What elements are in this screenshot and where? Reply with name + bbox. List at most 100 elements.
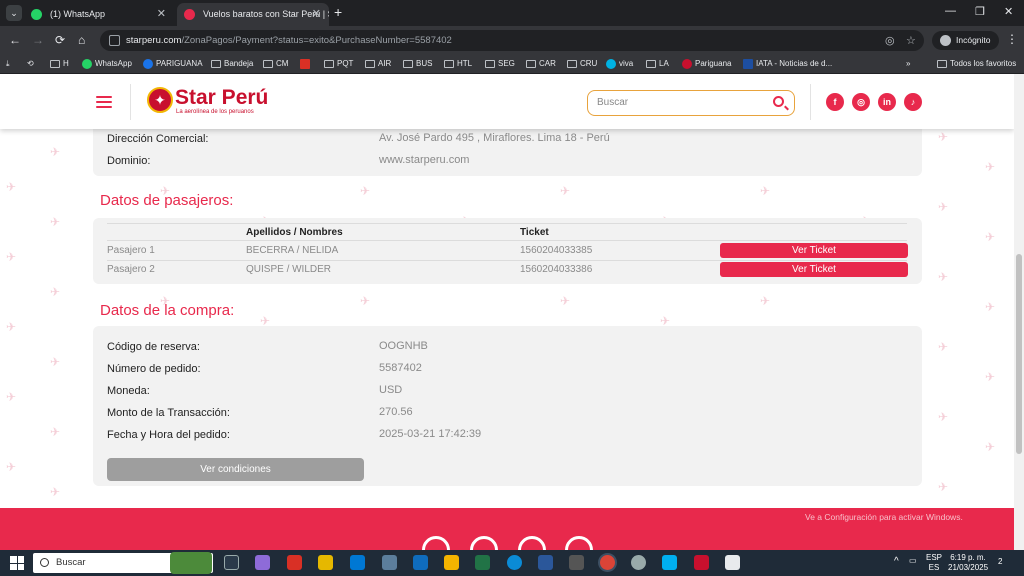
tab-search-button[interactable]: ⌄ (6, 5, 22, 21)
bookmark-la[interactable]: LA (646, 54, 669, 74)
tab-starperu[interactable]: Vuelos baratos con Star Perú | S ✕ (177, 3, 329, 26)
history-icon[interactable]: ⟲ (27, 54, 34, 74)
bookmark-iata[interactable]: IATA - Noticias de d... (743, 54, 832, 74)
passenger-name: BECERRA / NELIDA (246, 245, 339, 256)
bookmark-whatsapp[interactable]: WhatsApp (82, 54, 132, 74)
bookmark-cru[interactable]: CRU (567, 54, 597, 74)
forward-icon[interactable]: → (32, 33, 44, 47)
hamburger-menu-icon[interactable] (96, 96, 112, 108)
instagram-icon[interactable]: ◎ (852, 93, 870, 111)
close-tab-icon[interactable]: ✕ (312, 3, 321, 26)
search-input[interactable]: Buscar (587, 90, 795, 116)
bookmark-viva[interactable]: viva (606, 54, 633, 74)
edge-icon[interactable] (507, 555, 522, 570)
bookmark-label: Todos los favoritos (950, 59, 1017, 68)
windows-start-icon[interactable] (10, 556, 24, 570)
download-icon[interactable]: ⤓ (6, 54, 10, 74)
home-icon[interactable]: ⌂ (78, 33, 85, 47)
bookmark-label: IATA - Noticias de d... (756, 59, 833, 68)
bookmark-seg[interactable]: SEG (485, 54, 515, 74)
incognito-badge[interactable]: Incógnito (932, 31, 999, 50)
url-text[interactable]: starperu.com/ZonaPagos/Payment?status=ex… (126, 30, 452, 51)
back-icon[interactable]: ← (9, 33, 21, 47)
linkedin-icon[interactable]: in (878, 93, 896, 111)
brand-name[interactable]: Star Perú (175, 86, 268, 110)
table-divider (107, 240, 907, 241)
bookmark-pariguana[interactable]: Pariguana (682, 54, 731, 74)
excel-icon[interactable] (475, 555, 490, 570)
new-tab-button[interactable]: + (334, 4, 342, 20)
close-tab-icon[interactable]: ✕ (157, 3, 166, 26)
eye-off-icon[interactable]: ◎ (885, 34, 895, 47)
bookmark-air[interactable]: AIR (365, 54, 391, 74)
booking-code-label: Código de reserva: (107, 341, 200, 353)
folder-icon (485, 60, 495, 68)
bookmark-cm[interactable]: CM (263, 54, 288, 74)
bookmark-car[interactable]: CAR (526, 54, 556, 74)
clock[interactable]: 6:19 p. m. 21/03/2025 (948, 553, 988, 573)
more-bookmarks-icon[interactable]: » (906, 54, 910, 74)
footer-facebook-icon[interactable] (422, 536, 450, 550)
browser-tab-strip: ⌄ (1) WhatsApp ✕ Vuelos baratos con Star… (0, 0, 1024, 26)
show-hidden-icons-icon[interactable]: ^ (894, 557, 899, 567)
page-scrollbar[interactable] (1014, 74, 1024, 550)
network-icon[interactable]: ▭ (909, 556, 917, 566)
footer-instagram-icon[interactable] (470, 536, 498, 550)
all-bookmarks[interactable]: Todos los favoritos (937, 54, 1016, 74)
footer-linkedin-icon[interactable] (518, 536, 546, 550)
acrobat-icon[interactable] (287, 555, 302, 570)
header-divider (810, 84, 811, 120)
view-conditions-button[interactable]: Ver condiciones (107, 458, 364, 481)
reload-icon[interactable]: ⟳ (55, 33, 65, 47)
address-bar[interactable]: starperu.com/ZonaPagos/Payment?status=ex… (100, 30, 924, 51)
plane-icon: ✈ (6, 180, 17, 194)
browser-menu-icon[interactable]: ⋮ (1006, 32, 1018, 46)
order-datetime-value: 2025-03-21 17:42:39 (379, 428, 482, 440)
view-ticket-button[interactable]: Ver Ticket (720, 262, 908, 277)
skype-icon[interactable] (662, 555, 677, 570)
facebook-icon[interactable]: f (826, 93, 844, 111)
bookmark-htl[interactable]: HTL (444, 54, 472, 74)
bookmark-h[interactable]: H (50, 54, 69, 74)
plane-icon: ✈ (760, 294, 771, 308)
tab-whatsapp[interactable]: (1) WhatsApp ✕ (24, 3, 174, 26)
app-icon[interactable] (694, 555, 709, 570)
minimize-icon[interactable]: — (945, 5, 956, 17)
windows-activation-subtitle: Ve a Configuración para activar Windows. (805, 512, 963, 522)
starperu-logo-icon[interactable]: ✦ (147, 87, 173, 113)
site-info-icon[interactable] (109, 35, 120, 46)
close-window-icon[interactable]: ✕ (1004, 5, 1013, 18)
mail-icon[interactable] (350, 555, 365, 570)
store-icon[interactable] (413, 555, 428, 570)
bookmark-star-icon[interactable]: ☆ (906, 34, 916, 47)
search-icon[interactable] (773, 96, 784, 107)
chrome-icon[interactable] (600, 555, 615, 570)
restore-icon[interactable]: ❐ (975, 5, 985, 18)
calculator-icon[interactable] (569, 555, 584, 570)
widgets-icon[interactable] (170, 552, 212, 574)
a-icon (143, 59, 153, 69)
bookmark-pariguana-a[interactable]: PARIGUANA (143, 54, 203, 74)
bookmark-red[interactable] (300, 54, 313, 74)
tiktok-icon[interactable]: ♪ (904, 93, 922, 111)
copilot-icon[interactable] (255, 555, 270, 570)
passenger-ticket: 1560204033385 (520, 245, 593, 256)
notifications-icon[interactable]: 2 (998, 557, 1002, 567)
folder-icon (444, 60, 454, 68)
app-icon[interactable] (631, 555, 646, 570)
app-icon[interactable] (725, 555, 740, 570)
app-icon[interactable] (382, 555, 397, 570)
folder-icon (646, 60, 656, 68)
bookmark-pqt[interactable]: PQT (324, 54, 353, 74)
bookmark-bus[interactable]: BUS (403, 54, 432, 74)
footer-tiktok-icon[interactable] (565, 536, 593, 550)
scrollbar-thumb[interactable] (1016, 254, 1022, 454)
view-ticket-button[interactable]: Ver Ticket (720, 243, 908, 258)
language-indicator[interactable]: ESP ES (926, 553, 942, 573)
file-explorer-icon[interactable] (318, 555, 333, 570)
outlook-icon[interactable] (444, 555, 459, 570)
task-view-icon[interactable] (224, 555, 239, 570)
word-icon[interactable] (538, 555, 553, 570)
bookmark-bandeja[interactable]: Bandeja (211, 54, 253, 74)
bookmark-label: CM (276, 59, 289, 68)
